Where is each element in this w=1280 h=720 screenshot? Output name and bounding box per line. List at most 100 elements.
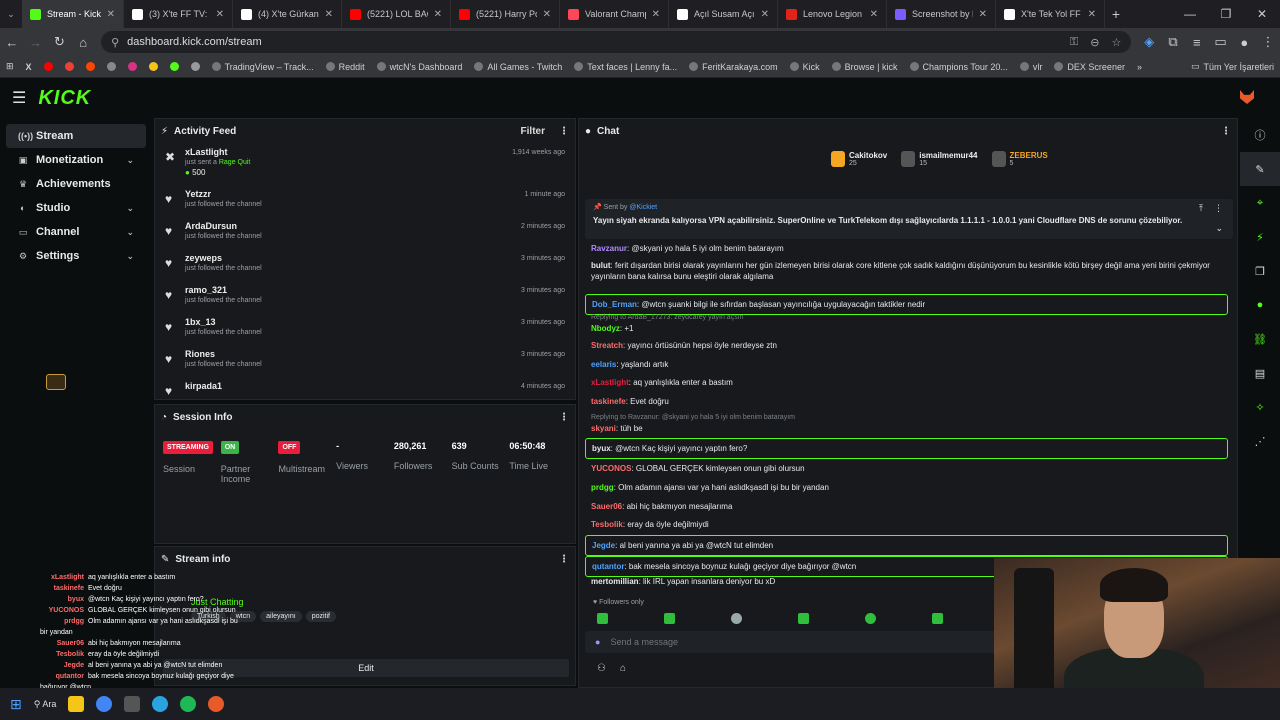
minimize-icon[interactable]: — — [1172, 0, 1208, 28]
bookmark-star-icon[interactable]: ☆ — [1111, 36, 1121, 49]
chat-username[interactable]: Nbodyz — [591, 324, 620, 333]
bookmark-item[interactable]: Browse | kick — [826, 62, 904, 72]
chevron-down-icon[interactable]: ⌄ — [126, 203, 134, 214]
bookmark-item[interactable]: DEX Screener — [1048, 62, 1131, 72]
all-bookmarks[interactable]: ▭ Tüm Yer İşaretleri — [1185, 61, 1280, 72]
browser-tab[interactable]: (4) X'te Gürkan Al ✕ — [233, 0, 342, 28]
tab-close-icon[interactable]: ✕ — [761, 9, 769, 20]
windows-start-icon[interactable]: ⊞ — [10, 696, 22, 713]
emote-4-icon[interactable] — [798, 613, 809, 624]
tab-close-icon[interactable]: ✕ — [1088, 9, 1096, 20]
browser-tab[interactable]: Açıl Susam Açıl | T ✕ — [669, 0, 778, 28]
activity-username[interactable]: Riones — [185, 349, 262, 359]
telegram-icon[interactable] — [152, 696, 169, 712]
tab-close-icon[interactable]: ✕ — [870, 9, 878, 20]
filter-button[interactable]: Filter — [521, 126, 545, 137]
url-field[interactable]: ⚲ dashboard.kick.com/stream ⚿ ⊖ ☆ — [101, 31, 1132, 53]
stream-info-menu-icon[interactable]: ⋮ — [559, 554, 569, 565]
web-bookmark-icon[interactable] — [101, 62, 122, 71]
kick-logo[interactable]: KICK — [38, 87, 91, 110]
wrench-icon[interactable]: ✧ — [1240, 390, 1280, 424]
stream-tag[interactable]: pozitif — [305, 611, 336, 622]
crosshair-icon[interactable]: ⌖ — [1240, 186, 1280, 220]
browser-tab[interactable]: Screenshot by Lig ✕ — [887, 0, 996, 28]
sidebar-item-achievements[interactable]: ♛ Achievements — [6, 172, 146, 196]
chat-username[interactable]: xLastlight — [591, 378, 629, 387]
browser-tab[interactable]: X'te Tek Yol FF ✕ — [996, 0, 1105, 28]
spotify-icon[interactable] — [180, 696, 197, 712]
tab-close-icon[interactable]: ✕ — [652, 9, 660, 20]
extensions-puzzle-icon[interactable]: ⧉ — [1161, 34, 1185, 50]
bookmark-item[interactable]: wtcN's Dashboard — [371, 62, 469, 72]
extension-icon[interactable]: ◈ — [1137, 34, 1161, 50]
tab-search-icon[interactable]: ⌄ — [0, 9, 22, 20]
chat-username[interactable]: Tesbolik — [591, 520, 623, 529]
tab-close-icon[interactable]: ✕ — [325, 9, 333, 20]
chevron-down-icon[interactable]: ⌄ — [126, 227, 134, 238]
sidebar-item-channel[interactable]: ▭ Channel ⌄ — [6, 220, 146, 244]
edit-icon[interactable]: ✎ — [1240, 152, 1280, 186]
mic-icon[interactable]: ● — [595, 637, 600, 647]
bookmark-item[interactable]: Champions Tour 20... — [904, 62, 1014, 72]
bookmark-item[interactable]: TradingView – Track... — [206, 62, 320, 72]
bookmark-item[interactable]: Text faces | Lenny fa... — [568, 62, 683, 72]
pinned-expand-icon[interactable]: ⌄ — [1215, 223, 1223, 234]
split-icon[interactable]: ▭ — [1209, 34, 1233, 50]
gmail-bookmark-icon[interactable] — [59, 62, 80, 71]
maximize-icon[interactable]: ❐ — [1208, 0, 1244, 28]
unpin-icon[interactable]: ⤒ — [1199, 203, 1203, 214]
app-icon[interactable] — [124, 696, 141, 712]
chat-username[interactable]: skyani — [591, 424, 616, 433]
browser-tab[interactable]: Valorant Champio ✕ — [560, 0, 669, 28]
leaderboard-entry[interactable]: ZEBERUS 5 — [991, 151, 1048, 167]
sidebar-item-settings[interactable]: ⚙ Settings ⌄ — [6, 244, 146, 268]
emote-5-icon[interactable] — [865, 613, 876, 624]
activity-username[interactable]: Yetzzr — [185, 189, 262, 199]
home-icon[interactable]: ⌂ — [71, 35, 95, 50]
zoom-icon[interactable]: ⊖ — [1090, 36, 1099, 49]
sidebar-item-stream[interactable]: ((•)) Stream — [6, 124, 146, 148]
chat-username[interactable]: prdgg — [591, 483, 614, 492]
activity-username[interactable]: xLastlight — [185, 147, 250, 157]
forward-icon[interactable]: → — [24, 35, 48, 50]
profile-avatar[interactable]: ● — [1232, 35, 1256, 50]
chat-username[interactable]: Jegde — [592, 541, 615, 550]
bookmark-item[interactable]: FeritKarakaya.com — [683, 62, 784, 72]
activity-username[interactable]: kirpada1 — [185, 381, 222, 391]
bookmarks-overflow-icon[interactable]: » — [1131, 62, 1148, 72]
lightning-icon[interactable]: ⚡ — [1240, 220, 1280, 254]
sidebar-item-studio[interactable]: ◐ Studio ⌄ — [6, 196, 146, 220]
copy-icon[interactable]: ❐ — [1240, 254, 1280, 288]
leaderboard-entry[interactable]: Cakitokov 25 — [831, 151, 887, 167]
bookmark-item[interactable]: All Games - Twitch — [468, 62, 568, 72]
tab-close-icon[interactable]: ✕ — [107, 9, 115, 20]
tab-close-icon[interactable]: ✕ — [216, 9, 224, 20]
bookmark-item[interactable]: vlr — [1014, 62, 1049, 72]
chat-username[interactable]: YUCONOS — [591, 464, 631, 473]
key-icon[interactable]: ⚿ — [1070, 36, 1078, 49]
chat-username[interactable]: eelaris — [591, 360, 616, 369]
tab-close-icon[interactable]: ✕ — [543, 9, 551, 20]
media-icon[interactable]: ≡ — [1185, 35, 1209, 50]
apps-icon[interactable]: ⊞ — [0, 61, 20, 72]
settings-people-icon[interactable]: ⚇ — [597, 663, 606, 674]
emote-6-icon[interactable] — [932, 613, 943, 624]
chat-username[interactable]: Streatch — [591, 341, 623, 350]
site-info-icon[interactable]: ⚲ — [111, 36, 119, 49]
activity-menu-icon[interactable]: ⋮ — [559, 126, 569, 137]
leaderboard-entry[interactable]: ismailmemur44 15 — [901, 151, 978, 167]
new-tab-button[interactable]: + — [1105, 6, 1127, 22]
reload-icon[interactable]: ↻ — [48, 34, 72, 50]
activity-username[interactable]: ArdaDursun — [185, 221, 262, 231]
user-avatar[interactable] — [1240, 90, 1254, 104]
chat-username[interactable]: Dob_Erman — [592, 300, 637, 309]
reply-context[interactable]: Replying to Ravzanur: @skyani yo hala 5 … — [591, 412, 1212, 423]
close-window-icon[interactable]: ✕ — [1244, 0, 1280, 28]
info-icon[interactable]: ⓘ — [1240, 118, 1280, 152]
browser-tab[interactable]: Lenovo Legion Pr ✕ — [778, 0, 887, 28]
browser-tab[interactable]: (5221) Harry Potte ✕ — [451, 0, 560, 28]
chat-username[interactable]: mertomillian — [591, 577, 639, 586]
activity-username[interactable]: zeyweps — [185, 253, 262, 263]
emote-3-icon[interactable] — [731, 613, 742, 624]
tab-close-icon[interactable]: ✕ — [434, 9, 442, 20]
